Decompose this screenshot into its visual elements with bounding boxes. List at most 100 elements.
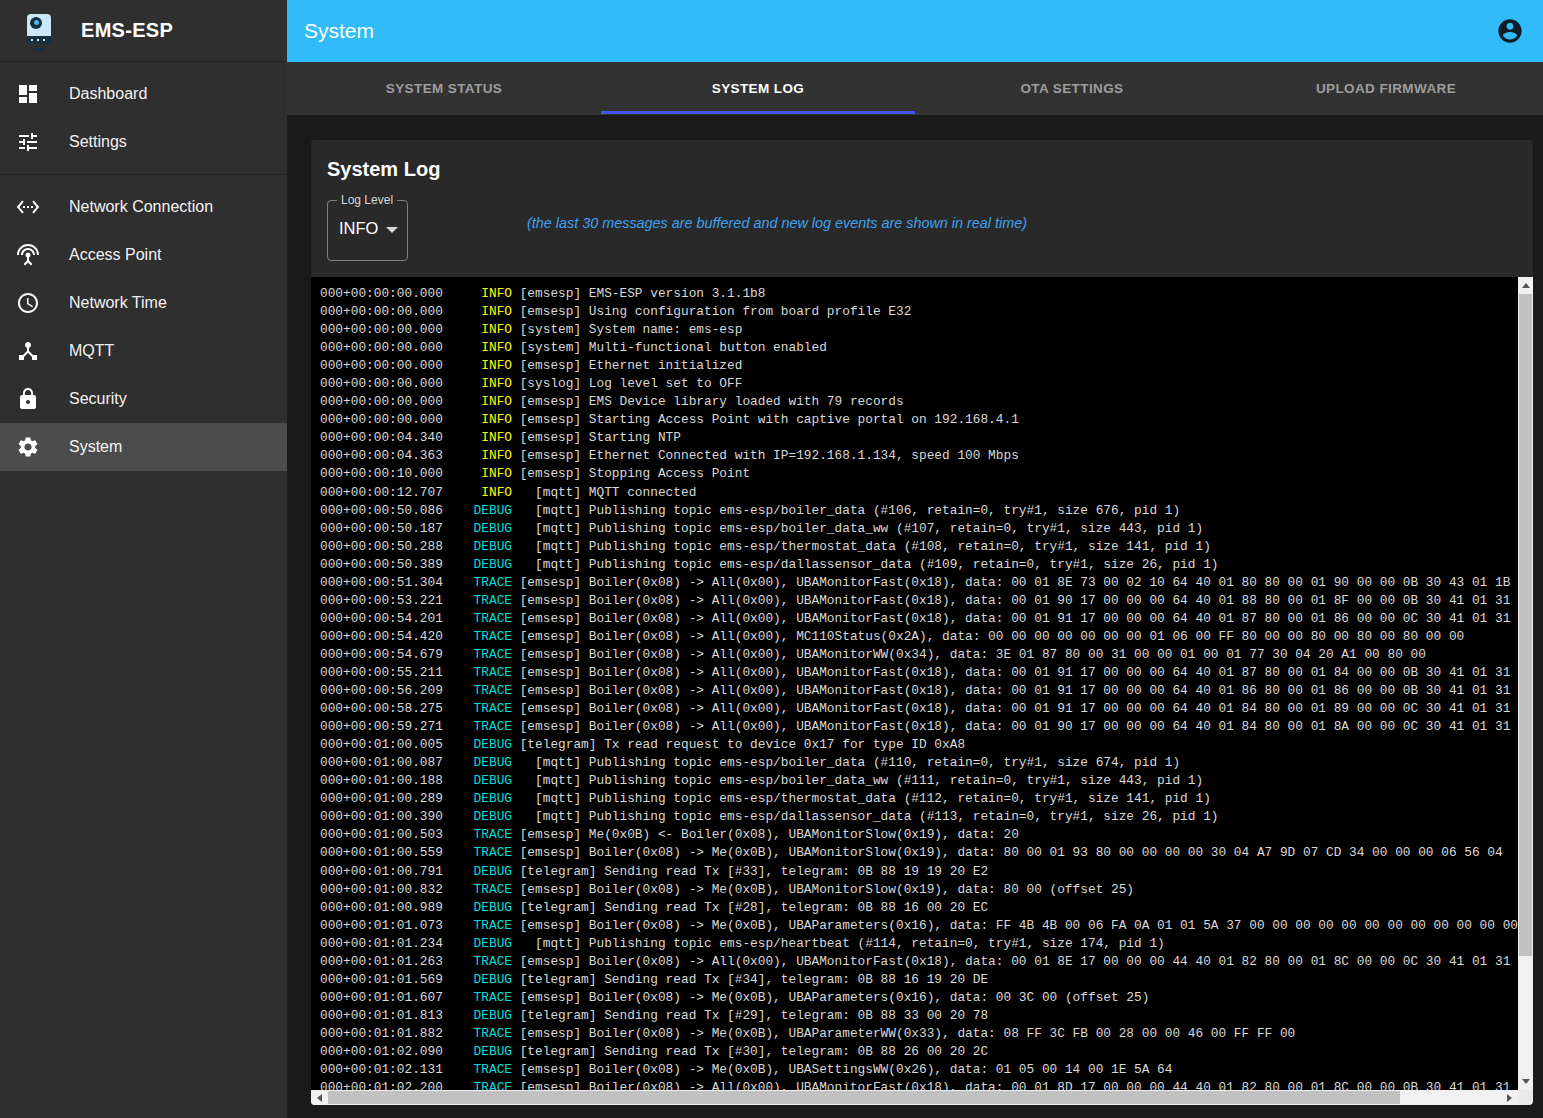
sidebar-item-label: MQTT — [69, 342, 114, 360]
chevron-down-icon — [386, 227, 398, 233]
log-line: 000+00:01:00.791 DEBUG [telegram] Sendin… — [320, 863, 1518, 881]
card-title: System Log — [327, 158, 440, 181]
log-line: 000+00:00:50.086 DEBUG [mqtt] Publishing… — [320, 502, 1518, 520]
log-line: 000+00:01:01.073 TRACE [emsesp] Boiler(0… — [320, 917, 1518, 935]
log-line: 000+00:00:00.000 INFO [emsesp] EMS-ESP v… — [320, 285, 1518, 303]
log-level-select[interactable]: Log Level INFO — [327, 200, 408, 261]
app-logo-icon — [27, 14, 51, 48]
log-line: 000+00:00:50.187 DEBUG [mqtt] Publishing… — [320, 520, 1518, 538]
sidebar-nav-group-1: Dashboard Settings — [0, 62, 287, 166]
scrollbar-corner — [1518, 1090, 1533, 1105]
log-line: 000+00:01:02.090 DEBUG [telegram] Sendin… — [320, 1043, 1518, 1061]
vertical-scrollbar[interactable] — [1518, 277, 1533, 1090]
ethernet-icon — [16, 195, 40, 219]
app-logo-row: EMS-ESP — [0, 0, 287, 62]
log-line: 000+00:01:00.559 TRACE [emsesp] Boiler(0… — [320, 844, 1518, 862]
log-line: 000+00:00:54.679 TRACE [emsesp] Boiler(0… — [320, 646, 1518, 664]
log-line: 000+00:00:12.707 INFO [mqtt] MQTT connec… — [320, 484, 1518, 502]
log-line: 000+00:01:01.813 DEBUG [telegram] Sendin… — [320, 1007, 1518, 1025]
sidebar-item-security[interactable]: Security — [0, 375, 287, 423]
sidebar-item-mqtt[interactable]: MQTT — [0, 327, 287, 375]
sidebar-divider — [0, 174, 287, 175]
lock-icon — [16, 387, 40, 411]
log-line: 000+00:01:01.263 TRACE [emsesp] Boiler(0… — [320, 953, 1518, 971]
sidebar-item-label: Security — [69, 390, 127, 408]
log-line: 000+00:00:53.221 TRACE [emsesp] Boiler(0… — [320, 592, 1518, 610]
log-line: 000+00:01:00.188 DEBUG [mqtt] Publishing… — [320, 772, 1518, 790]
sidebar: EMS-ESP Dashboard Settings Network Conne… — [0, 0, 287, 1118]
sidebar-item-label: Network Connection — [69, 198, 213, 216]
sidebar-item-label: Settings — [69, 133, 127, 151]
appbar: System — [287, 0, 1543, 62]
log-line: 000+00:00:58.275 TRACE [emsesp] Boiler(0… — [320, 700, 1518, 718]
log-line: 000+00:00:00.000 INFO [emsesp] Ethernet … — [320, 357, 1518, 375]
antenna-icon — [16, 243, 40, 267]
tab-ota-settings[interactable]: OTA SETTINGS — [915, 62, 1229, 115]
log-line: 000+00:01:00.087 DEBUG [mqtt] Publishing… — [320, 754, 1518, 772]
log-line: 000+00:00:00.000 INFO [system] Multi-fun… — [320, 339, 1518, 357]
clock-icon — [16, 291, 40, 315]
log-console: 000+00:00:00.000 INFO [emsesp] EMS-ESP v… — [311, 277, 1533, 1105]
log-line: 000+00:00:10.000 INFO [emsesp] Stopping … — [320, 465, 1518, 483]
log-line: 000+00:01:01.234 DEBUG [mqtt] Publishing… — [320, 935, 1518, 953]
log-line: 000+00:00:56.209 TRACE [emsesp] Boiler(0… — [320, 682, 1518, 700]
sidebar-item-network-time[interactable]: Network Time — [0, 279, 287, 327]
log-line: 000+00:01:02.131 TRACE [emsesp] Boiler(0… — [320, 1061, 1518, 1079]
scroll-down-button[interactable] — [1518, 1073, 1533, 1090]
sidebar-item-label: Access Point — [69, 246, 161, 264]
log-line: 000+00:01:01.569 DEBUG [telegram] Sendin… — [320, 971, 1518, 989]
system-log-card: System Log Log Level INFO (the last 30 m… — [311, 140, 1533, 1105]
horizontal-scroll-thumb[interactable] — [328, 1091, 1400, 1104]
log-line: 000+00:00:00.000 INFO [emsesp] EMS Devic… — [320, 393, 1518, 411]
sidebar-item-label: Dashboard — [69, 85, 147, 103]
log-line: 000+00:01:00.289 DEBUG [mqtt] Publishing… — [320, 790, 1518, 808]
log-note: (the last 30 messages are buffered and n… — [527, 215, 1027, 231]
scroll-up-button[interactable] — [1518, 277, 1533, 294]
sidebar-item-access-point[interactable]: Access Point — [0, 231, 287, 279]
app-title: EMS-ESP — [81, 19, 173, 42]
log-line: 000+00:00:54.201 TRACE [emsesp] Boiler(0… — [320, 610, 1518, 628]
page-title: System — [304, 19, 374, 43]
tab-system-status[interactable]: SYSTEM STATUS — [287, 62, 601, 115]
dashboard-icon — [16, 82, 40, 106]
log-line: 000+00:01:00.989 DEBUG [telegram] Sendin… — [320, 899, 1518, 917]
log-line: 000+00:00:54.420 TRACE [emsesp] Boiler(0… — [320, 628, 1518, 646]
gear-icon — [16, 435, 40, 459]
tab-upload-firmware[interactable]: UPLOAD FIRMWARE — [1229, 62, 1543, 115]
log-lines[interactable]: 000+00:00:00.000 INFO [emsesp] EMS-ESP v… — [311, 277, 1518, 1090]
tab-bar: SYSTEM STATUS SYSTEM LOG OTA SETTINGS UP… — [287, 62, 1543, 115]
log-line: 000+00:01:00.005 DEBUG [telegram] Tx rea… — [320, 736, 1518, 754]
log-line: 000+00:00:00.000 INFO [syslog] Log level… — [320, 375, 1518, 393]
log-line: 000+00:00:55.211 TRACE [emsesp] Boiler(0… — [320, 664, 1518, 682]
sidebar-item-label: System — [69, 438, 122, 456]
log-line: 000+00:00:51.304 TRACE [emsesp] Boiler(0… — [320, 574, 1518, 592]
log-line: 000+00:00:04.340 INFO [emsesp] Starting … — [320, 429, 1518, 447]
log-line: 000+00:00:59.271 TRACE [emsesp] Boiler(0… — [320, 718, 1518, 736]
vertical-scroll-thumb[interactable] — [1519, 294, 1532, 956]
log-level-value: INFO — [339, 219, 378, 238]
sidebar-item-label: Network Time — [69, 294, 167, 312]
log-line: 000+00:00:00.000 INFO [emsesp] Using con… — [320, 303, 1518, 321]
log-line: 000+00:00:50.288 DEBUG [mqtt] Publishing… — [320, 538, 1518, 556]
sidebar-nav-group-2: Network Connection Access Point Network … — [0, 183, 287, 471]
log-line: 000+00:01:01.882 TRACE [emsesp] Boiler(0… — [320, 1025, 1518, 1043]
scroll-left-button[interactable] — [311, 1090, 328, 1105]
log-line: 000+00:01:01.607 TRACE [emsesp] Boiler(0… — [320, 989, 1518, 1007]
sidebar-item-dashboard[interactable]: Dashboard — [0, 70, 287, 118]
log-line: 000+00:00:50.389 DEBUG [mqtt] Publishing… — [320, 556, 1518, 574]
log-line: 000+00:00:04.363 INFO [emsesp] Ethernet … — [320, 447, 1518, 465]
sidebar-item-settings[interactable]: Settings — [0, 118, 287, 166]
scroll-right-button[interactable] — [1501, 1090, 1518, 1105]
log-line: 000+00:01:00.390 DEBUG [mqtt] Publishing… — [320, 808, 1518, 826]
sidebar-item-network-connection[interactable]: Network Connection — [0, 183, 287, 231]
log-level-label: Log Level — [337, 193, 397, 207]
account-circle-icon[interactable] — [1496, 17, 1524, 45]
log-line: 000+00:01:00.503 TRACE [emsesp] Me(0x0B)… — [320, 826, 1518, 844]
log-line: 000+00:01:02.200 TRACE [emsesp] Boiler(0… — [320, 1079, 1518, 1090]
device-hub-icon — [16, 339, 40, 363]
tab-system-log[interactable]: SYSTEM LOG — [601, 62, 915, 115]
sidebar-item-system[interactable]: System — [0, 423, 287, 471]
log-line: 000+00:01:00.832 TRACE [emsesp] Boiler(0… — [320, 881, 1518, 899]
log-line: 000+00:00:00.000 INFO [emsesp] Starting … — [320, 411, 1518, 429]
horizontal-scrollbar[interactable] — [311, 1090, 1518, 1105]
